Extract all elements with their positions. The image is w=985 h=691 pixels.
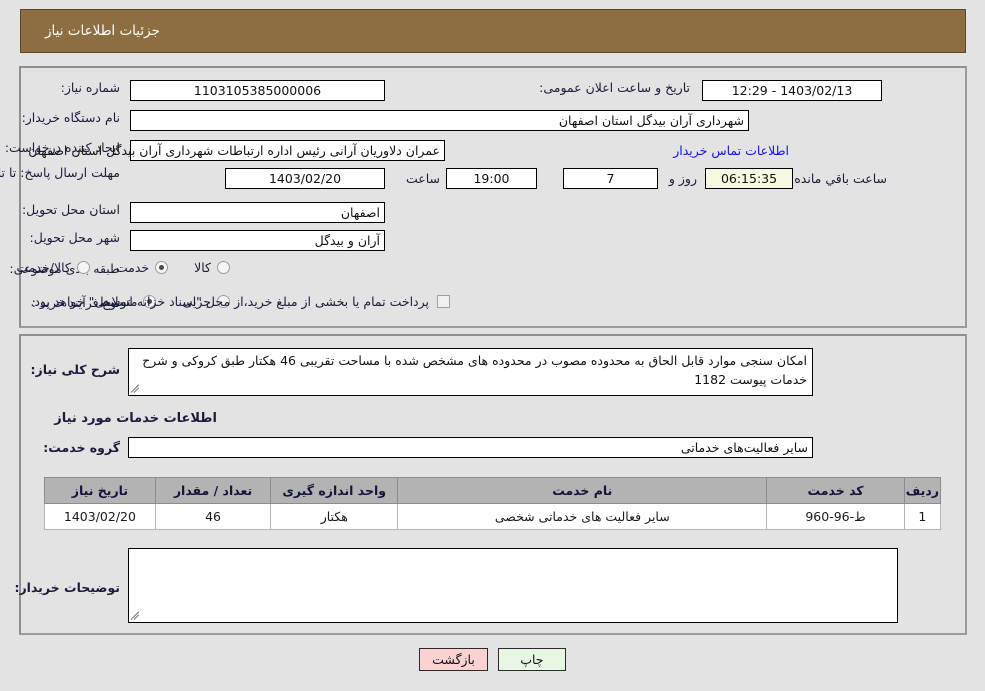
city-value: آران و بیدگل [314,233,380,248]
announce-datetime-label: تاریخ و ساعت اعلان عمومی: [539,80,690,95]
deadline-countdown-label-wrap: ساعت باقي مانده [794,168,887,189]
category-option-kala-khedmat[interactable]: کالا/خدمت [16,260,90,275]
announce-datetime-label-wrap: تاریخ و ساعت اعلان عمومی: [539,80,690,95]
deadline-label: مهلت ارسال پاسخ: تا تاریخ: [0,165,120,180]
general-description-textarea[interactable]: امکان سنجی موارد قابل الحاق به محدوده مص… [128,348,813,396]
footer-button-bar: بازگشت چاپ [0,648,985,671]
province-label: استان محل تحویل: [21,202,120,217]
buyer-contact-link[interactable]: اطلاعات تماس خریدار [673,143,789,158]
cell-need-date: 1403/02/20 [44,503,156,530]
general-description-value: امکان سنجی موارد قابل الحاق به محدوده مص… [142,353,807,387]
buyer-org-value: شهرداری آران بیدگل استان اصفهان [558,113,744,128]
cell-service-name: سایر فعالیت های خدماتی شخصی [397,503,768,530]
print-button[interactable]: چاپ [497,648,566,671]
col-quantity: تعداد / مقدار [154,477,272,504]
resize-grip-icon[interactable] [131,610,142,621]
buyer-org-field[interactable]: شهرداری آران بیدگل استان اصفهان [130,110,749,131]
table-row: 1 ط-96-960 سایر فعالیت های خدماتی شخصی ه… [44,503,942,530]
deadline-hour-label-wrap: ساعت [406,168,440,189]
need-number-value: 1103105385000006 [193,83,322,98]
city-field[interactable]: آران و بیدگل [130,230,385,251]
service-group-field[interactable]: سایر فعالیت‌های خدماتی [128,437,813,458]
buyer-notes-textarea[interactable] [128,548,898,623]
deadline-countdown-value: 06:15:35 [720,171,778,186]
deadline-countdown-label: ساعت باقي مانده [794,171,887,186]
cell-quantity: 46 [154,503,272,530]
need-info-panel [19,66,967,328]
category-option-kala-khedmat-label: کالا/خدمت [16,260,71,275]
treasury-checkbox-label: پرداخت تمام یا بخشی از مبلغ خرید،از محل … [30,294,429,309]
services-table: ردیف کد خدمت نام خدمت واحد اندازه گیری ت… [44,477,942,530]
services-section-title: اطلاعات خدمات مورد نیاز [54,411,217,426]
city-label: شهر محل تحویل: [29,230,120,245]
service-group-value: سایر فعالیت‌های خدماتی [680,440,808,455]
col-need-date: تاریخ نیاز [44,477,156,504]
buyer-notes-label-wrap: توضیحات خریدار: [14,580,120,595]
cell-unit: هکتار [270,503,399,530]
category-option-khedmat-label: خدمت [115,260,150,275]
deadline-days-label: روز و [668,171,697,186]
province-label-wrap: استان محل تحویل: [22,202,120,217]
need-number-label: شماره نیاز: [60,80,120,95]
col-service-code: کد خدمت [766,477,905,504]
province-field[interactable]: اصفهان [130,202,385,223]
buyer-org-label: نام دستگاه خریدار: [21,110,120,125]
radio-kala-khedmat-icon[interactable] [76,261,90,274]
deadline-hour-label: ساعت [405,171,440,186]
radio-kala-icon[interactable] [217,261,230,274]
back-button[interactable]: بازگشت [419,648,488,671]
radio-khedmat-icon[interactable] [155,261,169,274]
page-root: AriaTender.neT جزئیات اطلاعات نیاز شماره… [0,0,985,691]
table-header-row: ردیف کد خدمت نام خدمت واحد اندازه گیری ت… [44,477,942,504]
category-option-kala-label: کالا [194,260,211,275]
announce-datetime-field[interactable]: 1403/02/13 - 12:29 [702,80,882,101]
buyer-org-label-wrap: نام دستگاه خریدار: [22,110,120,125]
treasury-checkbox-icon[interactable] [437,295,450,308]
announce-datetime-value: 1403/02/13 - 12:29 [731,83,853,98]
need-number-field[interactable]: 1103105385000006 [130,80,385,101]
col-unit: واحد اندازه گیری [270,477,399,504]
category-option-khedmat[interactable]: خدمت [115,260,169,275]
cell-service-code: ط-96-960 [766,503,905,530]
service-group-label-wrap: گروه خدمت: [43,440,120,455]
general-description-label: شرح کلی نیاز: [30,362,120,377]
city-label-wrap: شهر محل تحویل: [30,230,120,245]
deadline-countdown-field: 06:15:35 [705,168,793,189]
deadline-hour-value: 19:00 [473,171,510,186]
need-number-label-wrap: شماره نیاز: [61,80,120,95]
page-header-bar: جزئیات اطلاعات نیاز [20,9,966,53]
general-description-label-wrap: شرح کلی نیاز: [31,362,120,377]
deadline-days-field[interactable]: 7 [563,168,658,189]
col-radif: ردیف [903,477,942,504]
deadline-days-label-wrap: روز و [669,168,697,189]
col-service-name: نام خدمت [397,477,768,504]
requester-field[interactable]: عمران دلاوریان آرانی رئیس اداره ارتباطات… [28,140,445,161]
resize-grip-icon[interactable] [131,383,142,394]
deadline-date-value: 1403/02/20 [268,171,342,186]
deadline-date-field[interactable]: 1403/02/20 [225,168,385,189]
deadline-label-wrap: مهلت ارسال پاسخ: تا تاریخ: [0,164,120,183]
category-option-kala[interactable]: کالا [194,260,230,275]
buyer-notes-label: توضیحات خریدار: [14,580,120,595]
treasury-checkbox-row[interactable]: پرداخت تمام یا بخشی از مبلغ خرید،از محل … [30,294,450,309]
deadline-days-value: 7 [606,171,615,186]
category-options: کالا خدمت کالا/خدمت [0,260,230,275]
cell-radif: 1 [903,503,942,530]
service-group-label: گروه خدمت: [43,440,120,455]
requester-value: عمران دلاوریان آرانی رئیس اداره ارتباطات… [28,143,440,158]
deadline-hour-field[interactable]: 19:00 [446,168,537,189]
province-value: اصفهان [340,205,380,220]
page-title: جزئیات اطلاعات نیاز [45,23,160,39]
